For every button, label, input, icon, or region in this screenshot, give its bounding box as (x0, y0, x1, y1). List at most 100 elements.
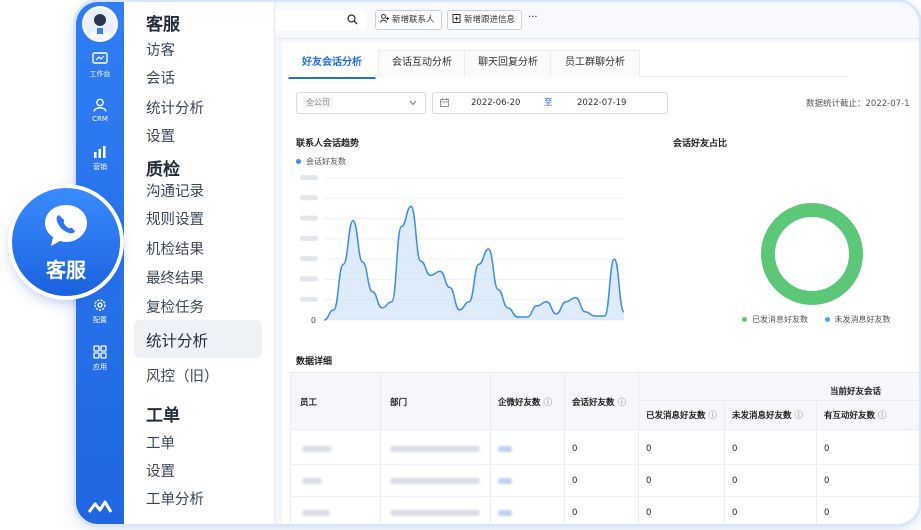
service-badge[interactable]: 客服 (12, 188, 120, 296)
cell-sent: 0 (646, 476, 652, 486)
detail-title: 数据详细 (296, 357, 333, 367)
y-tick-label-redacted (300, 256, 318, 262)
rail-item-crm[interactable]: CRM (76, 98, 124, 123)
brand-logo-icon (88, 500, 112, 513)
tab-group-chat[interactable]: 员工群聊分析 (550, 50, 640, 77)
menu-item-service-settings[interactable]: 设置 (146, 125, 175, 146)
tab-friend-session[interactable]: 好友会话分析 (288, 50, 376, 79)
col-header-unsent-label: 未发消息好友数 (732, 411, 792, 421)
rail-item-label: 应用 (93, 363, 107, 371)
tab-session-interaction[interactable]: 会话互动分析 (378, 50, 466, 77)
col-header-unsent: 未发消息好友数 ⓘ (732, 409, 803, 421)
app-window: 工作台 CRM 营销 配置 应用 客服 访客 会话 统计分析 设置 质检 沟通记… (76, 2, 919, 524)
ratio-legend-unsent: 未发消息好友数 (834, 315, 891, 324)
col-divider (638, 372, 639, 524)
y-tick-label-redacted (300, 195, 318, 201)
menu-item-rules[interactable]: 规则设置 (146, 208, 204, 229)
y-tick-label: 0 (311, 316, 316, 325)
tab-chat-reply[interactable]: 聊天回复分析 (464, 50, 552, 77)
menu-item-session[interactable]: 会话 (146, 67, 175, 88)
cell-unsent: 0 (732, 476, 738, 486)
data-cutoff-stamp: 数据统计截止：2022-07-1 (806, 99, 910, 109)
info-icon[interactable]: ⓘ (794, 411, 803, 421)
col-header-wecom-friends: 企微好友数 ⓘ (498, 396, 552, 408)
cell-sent: 0 (646, 444, 652, 454)
y-tick-label-redacted (300, 235, 318, 241)
main-area: 新增联系人 新增跟进信息 ··· 好友会话分析 会话互动分析 聊天回复分析 员工… (276, 2, 919, 524)
add-followup-button[interactable]: 新增跟进信息 (447, 10, 523, 30)
department-redacted (390, 446, 480, 452)
apps-grid-icon (93, 345, 107, 359)
info-icon[interactable]: ⓘ (878, 411, 887, 421)
x-tick-label: 2022-06-27 (368, 329, 415, 330)
wecom-friends-redacted[interactable] (498, 510, 512, 516)
col-header-interacted: 有互动好友数 ⓘ (824, 409, 887, 421)
y-tick-label-redacted (300, 296, 318, 302)
date-start[interactable]: 2022-06-20 (471, 93, 520, 113)
col-divider (724, 400, 725, 524)
legend-dot-unsent (824, 317, 830, 322)
add-followup-label: 新增跟进信息 (464, 15, 516, 25)
col-divider (490, 372, 491, 524)
slice-sent (761, 203, 863, 305)
staff-name-redacted (302, 510, 330, 516)
menu-group-ticket[interactable]: 工单 (146, 401, 180, 426)
rail-item-apps[interactable]: 应用 (76, 345, 124, 372)
trend-chart-title: 联系人会话趋势 (296, 139, 360, 149)
cell-interacted: 0 (824, 476, 830, 486)
top-toolbar: 新增联系人 新增跟进信息 ··· (276, 2, 919, 39)
menu-item-machine-results[interactable]: 机检结果 (146, 238, 204, 259)
menu-item-recheck[interactable]: 复检任务 (146, 296, 204, 317)
avatar-image (89, 14, 111, 38)
wecom-friends-redacted[interactable] (498, 446, 512, 452)
ratio-donut-chart (761, 203, 863, 305)
cell-session: 0 (572, 444, 578, 454)
info-icon[interactable]: ⓘ (617, 398, 626, 408)
col-divider (816, 400, 817, 524)
wecom-friends-redacted[interactable] (498, 478, 512, 484)
ratio-legend-sent: 已发消息好友数 (752, 315, 808, 324)
more-menu-icon[interactable]: ··· (528, 12, 538, 23)
menu-item-ticket[interactable]: 工单 (146, 432, 175, 453)
company-select[interactable]: 全公司 (296, 92, 426, 114)
info-icon[interactable]: ⓘ (543, 398, 552, 408)
menu-group-qc[interactable]: 质检 (146, 155, 180, 180)
date-end[interactable]: 2022-07-19 (577, 93, 626, 113)
rail-item-marketing[interactable]: 营销 (76, 145, 124, 172)
menu-group-service[interactable]: 客服 (146, 10, 180, 35)
rail-item-settings[interactable]: 配置 (76, 298, 124, 325)
menu-item-ticket-settings[interactable]: 设置 (146, 460, 175, 481)
phone-chat-icon (45, 205, 87, 246)
info-icon[interactable]: ⓘ (708, 411, 717, 421)
menu-item-records[interactable]: 沟通记录 (146, 180, 204, 201)
dashboard-icon (92, 52, 108, 64)
gear-icon (94, 299, 106, 311)
trend-legend-label: 会话好友数 (306, 157, 346, 166)
menu-item-service-stats[interactable]: 统计分析 (146, 97, 204, 118)
menu-item-qc-stats[interactable]: 统计分析 (146, 329, 208, 351)
table-border (290, 372, 291, 524)
x-tick-label: 2022-06-20 (301, 329, 348, 330)
group-divider (638, 400, 919, 401)
search-icon[interactable] (347, 14, 358, 25)
calendar-icon (440, 98, 449, 107)
cell-unsent: 0 (732, 508, 738, 518)
menu-item-ticket-analysis[interactable]: 工单分析 (146, 488, 204, 509)
rail-item-label: 营销 (93, 163, 107, 171)
col-header-sent-label: 已发消息好友数 (646, 411, 706, 421)
menu-item-final-results[interactable]: 最终结果 (146, 267, 204, 288)
avatar[interactable] (84, 8, 116, 40)
row-divider (290, 464, 919, 465)
menu-item-visitor[interactable]: 访客 (146, 39, 175, 60)
add-contact-button[interactable]: 新增联系人 (375, 10, 442, 30)
row-divider (290, 496, 919, 497)
date-range-picker[interactable]: 2022-06-20 至 2022-07-19 (432, 92, 668, 114)
menu-item-risk-old[interactable]: 风控（旧） (146, 365, 219, 386)
col-header-session-friends: 会话好友数 ⓘ (572, 396, 626, 408)
staff-name-redacted (302, 478, 322, 484)
rail-item-label: CRM (92, 115, 108, 123)
cell-interacted: 0 (824, 508, 830, 518)
col-divider (564, 372, 565, 524)
rail-item-dashboard[interactable]: 工作台 (76, 52, 124, 79)
col-divider (380, 372, 381, 524)
